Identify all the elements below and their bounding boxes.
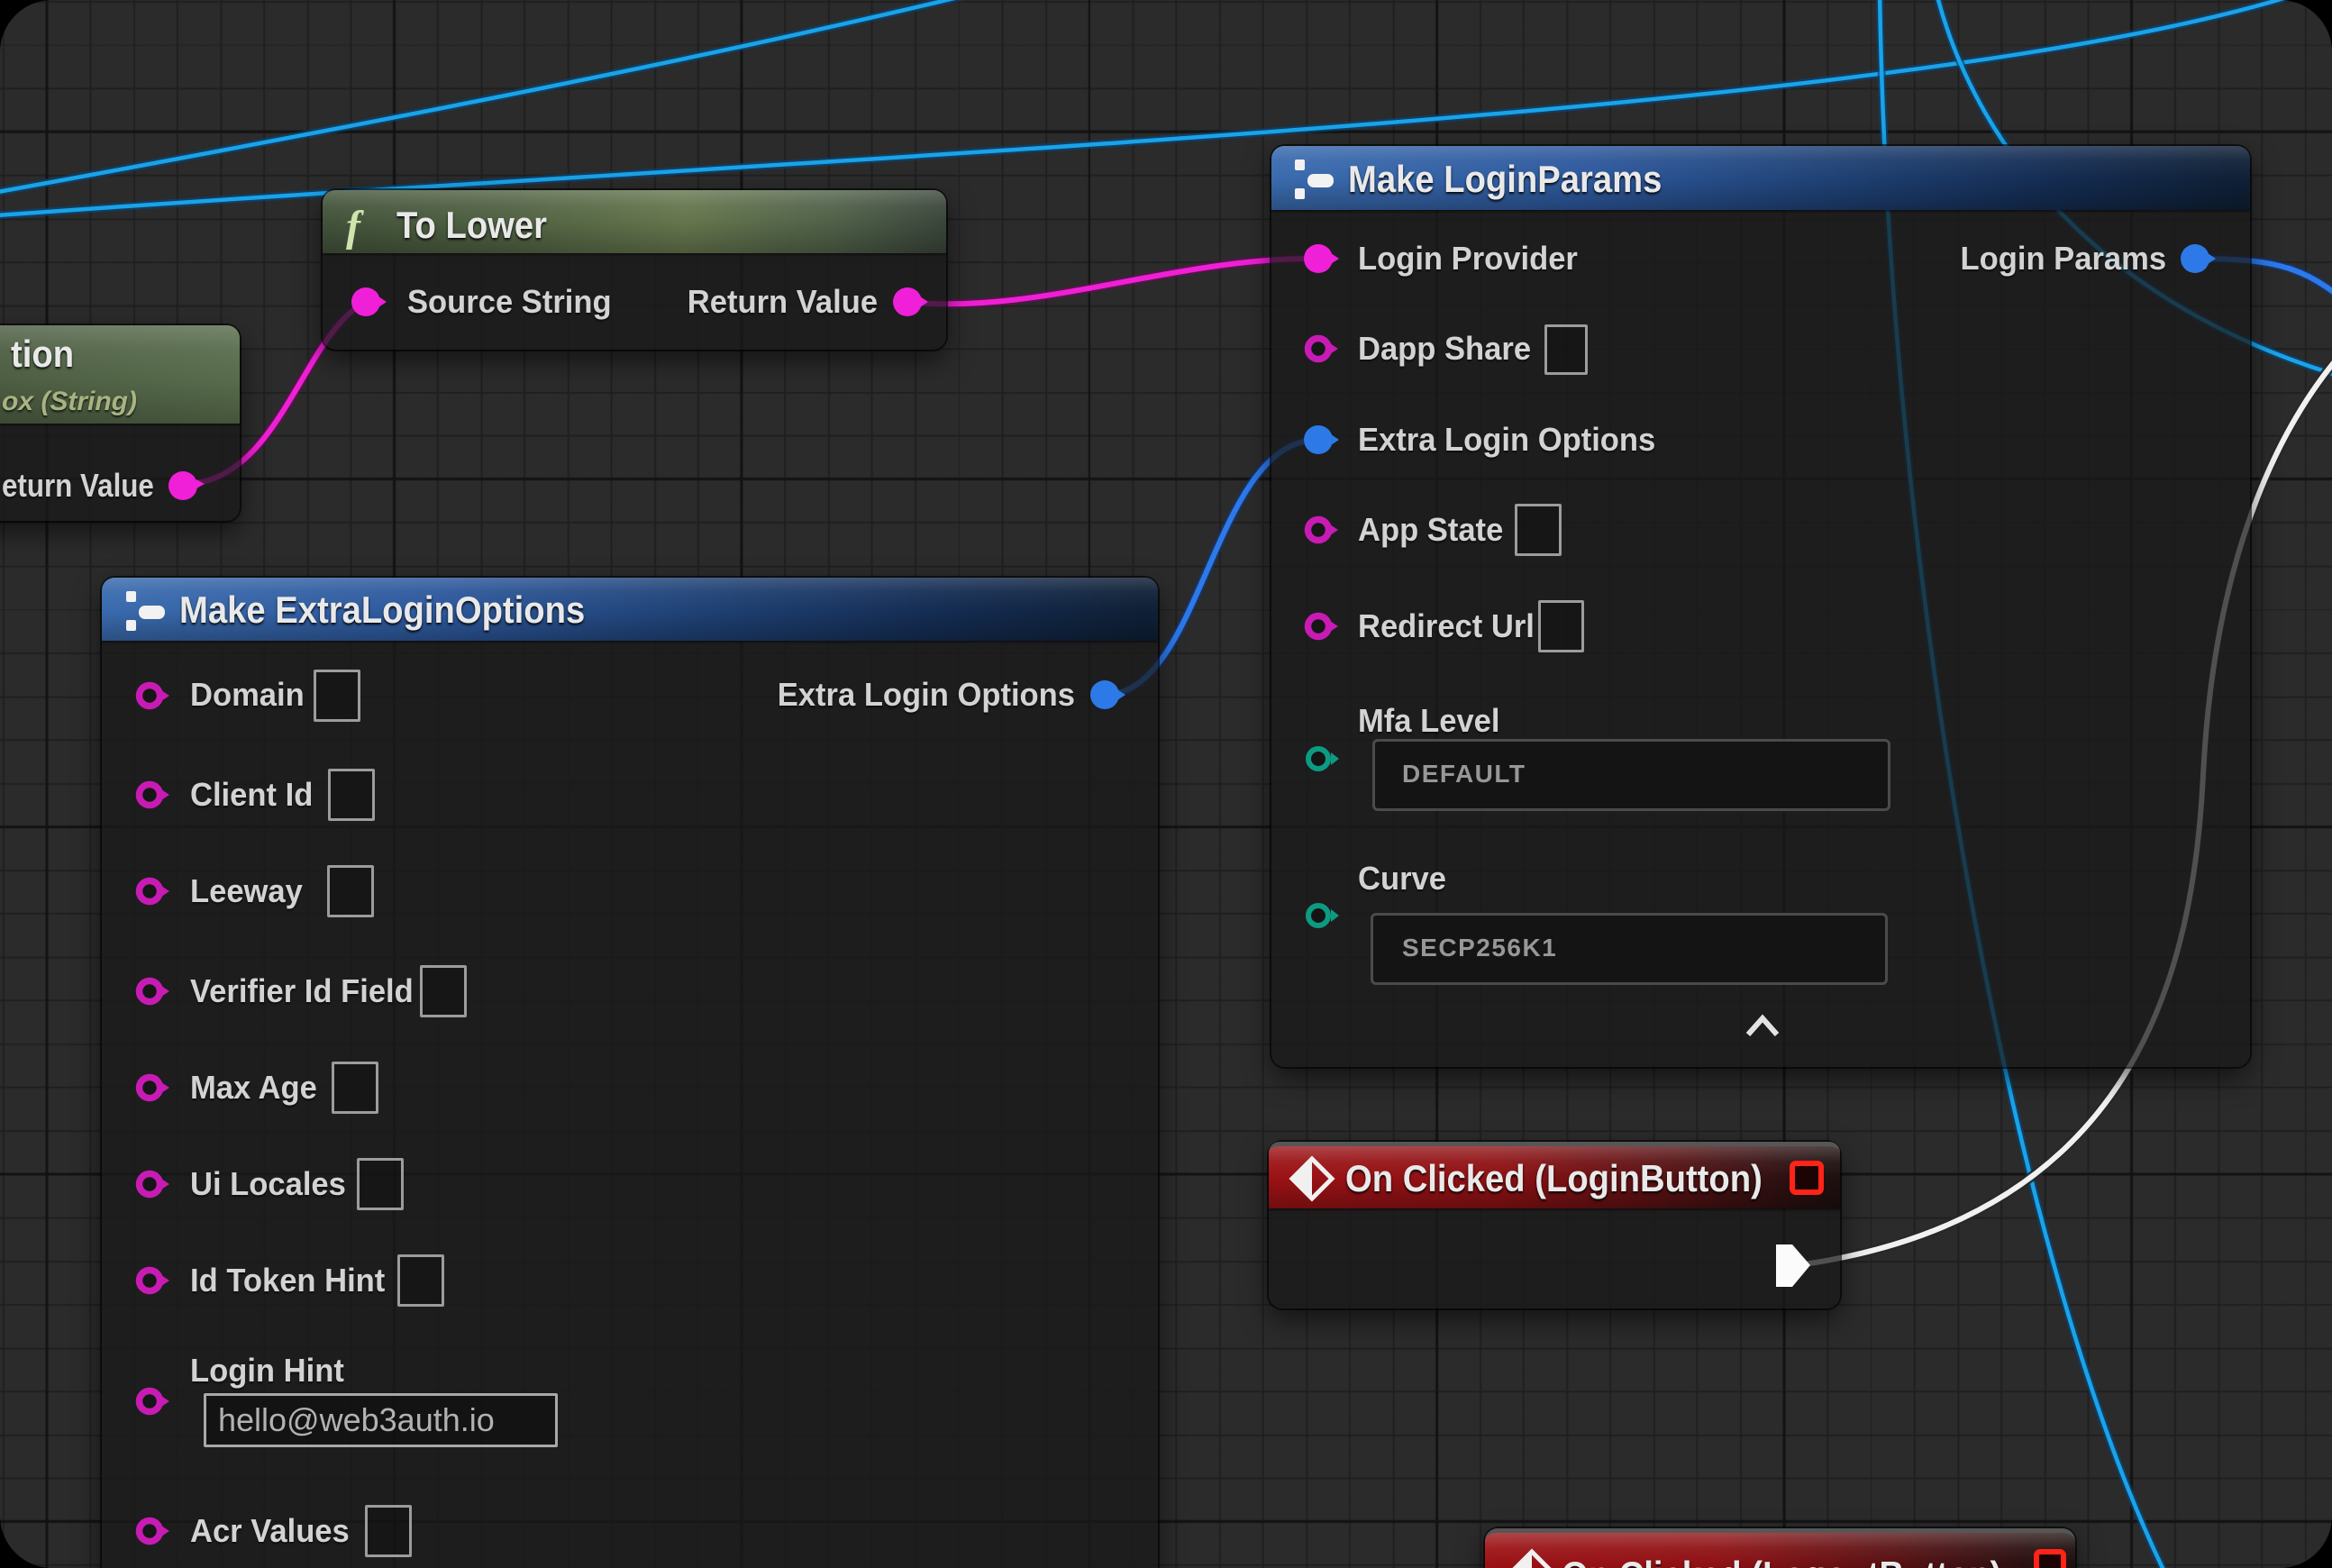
svg-text:f: f: [346, 203, 364, 251]
